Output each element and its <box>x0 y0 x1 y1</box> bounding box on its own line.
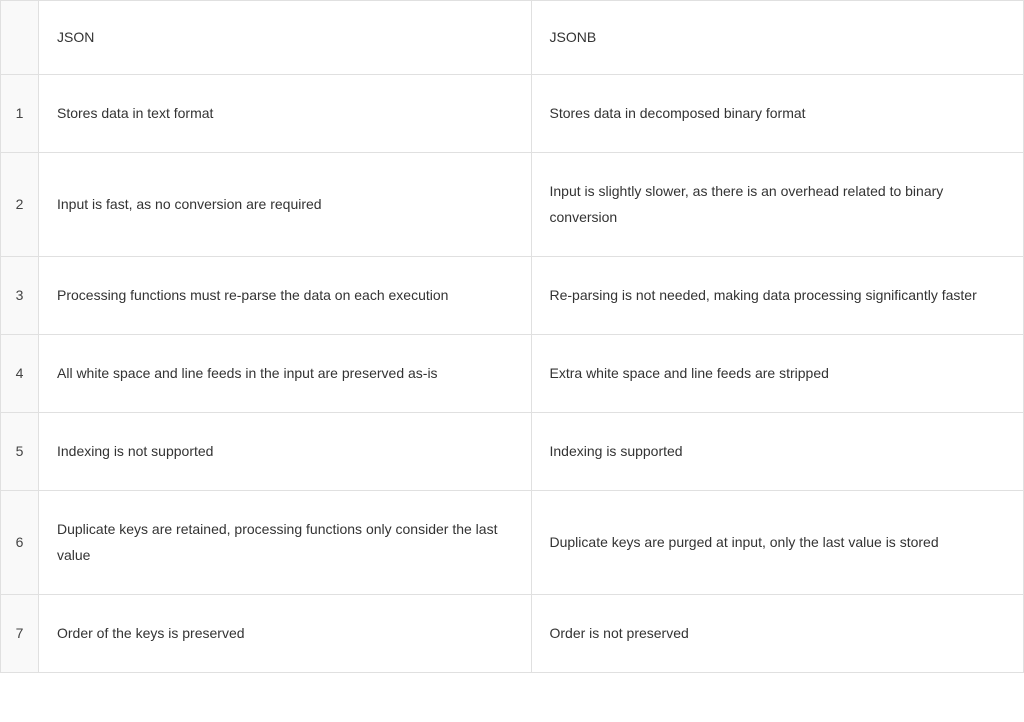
table-row: 2 Input is fast, as no conversion are re… <box>1 153 1024 256</box>
cell-json: All white space and line feeds in the in… <box>39 334 532 412</box>
row-number: 2 <box>1 153 39 256</box>
cell-json: Order of the keys is preserved <box>39 594 532 672</box>
row-number: 5 <box>1 413 39 491</box>
cell-jsonb: Order is not preserved <box>531 594 1024 672</box>
header-json: JSON <box>39 1 532 75</box>
cell-jsonb: Input is slightly slower, as there is an… <box>531 153 1024 256</box>
comparison-table: JSON JSONB 1 Stores data in text format … <box>0 0 1024 673</box>
table-row: 3 Processing functions must re-parse the… <box>1 256 1024 334</box>
table-row: 5 Indexing is not supported Indexing is … <box>1 413 1024 491</box>
table-row: 1 Stores data in text format Stores data… <box>1 75 1024 153</box>
cell-jsonb: Extra white space and line feeds are str… <box>531 334 1024 412</box>
cell-json: Stores data in text format <box>39 75 532 153</box>
row-number: 7 <box>1 594 39 672</box>
cell-json: Processing functions must re-parse the d… <box>39 256 532 334</box>
cell-json: Duplicate keys are retained, processing … <box>39 491 532 594</box>
cell-json: Indexing is not supported <box>39 413 532 491</box>
table-header-row: JSON JSONB <box>1 1 1024 75</box>
table-row: 4 All white space and line feeds in the … <box>1 334 1024 412</box>
row-number: 4 <box>1 334 39 412</box>
row-number: 1 <box>1 75 39 153</box>
cell-jsonb: Re-parsing is not needed, making data pr… <box>531 256 1024 334</box>
header-number <box>1 1 39 75</box>
row-number: 6 <box>1 491 39 594</box>
cell-jsonb: Duplicate keys are purged at input, only… <box>531 491 1024 594</box>
header-jsonb: JSONB <box>531 1 1024 75</box>
cell-json: Input is fast, as no conversion are requ… <box>39 153 532 256</box>
table-row: 7 Order of the keys is preserved Order i… <box>1 594 1024 672</box>
cell-jsonb: Indexing is supported <box>531 413 1024 491</box>
table-row: 6 Duplicate keys are retained, processin… <box>1 491 1024 594</box>
cell-jsonb: Stores data in decomposed binary format <box>531 75 1024 153</box>
row-number: 3 <box>1 256 39 334</box>
